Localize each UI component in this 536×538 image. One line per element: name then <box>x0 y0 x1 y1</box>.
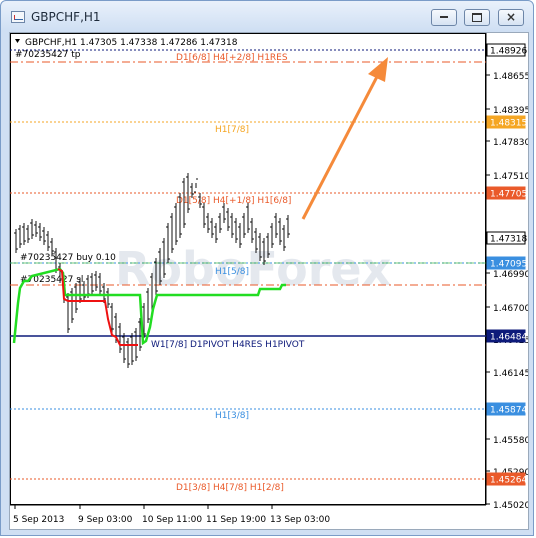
price-tick-label: 1.48655 <box>493 72 528 82</box>
forecast-arrow <box>301 57 388 220</box>
price-tag-label: 1.48926 <box>490 47 527 57</box>
close-icon: × <box>505 10 517 24</box>
close-button[interactable]: × <box>498 9 524 26</box>
price-tick-label: 1.46145 <box>493 369 528 379</box>
time-tick-label: 13 Sep 03:00 <box>270 515 330 525</box>
forecast-arrow-shaft <box>301 68 383 220</box>
chart-window: GBPCHF,H1 × RoboForex GBPCHF,H1 1.47305 … <box>0 0 534 536</box>
symbol-line: GBPCHF,H1 1.47305 1.47338 1.47286 1.4731… <box>25 38 238 48</box>
time-tick-label: 9 Sep 03:00 <box>78 515 133 525</box>
chart-window-icon <box>11 11 25 23</box>
price-tick-label: 1.47510 <box>493 172 528 182</box>
time-tick-label: 5 Sep 2013 <box>13 515 64 525</box>
price-tick-label: 1.45020 <box>493 501 528 511</box>
price-tag-label: 1.46484 <box>490 333 527 343</box>
price-tag-label: 1.47095 <box>490 260 527 270</box>
price-tick-label: 1.46700 <box>493 304 528 314</box>
minimize-button[interactable] <box>431 9 457 26</box>
price-chart[interactable]: RoboForex GBPCHF,H1 1.47305 1.47338 1.47… <box>9 32 530 530</box>
price-tag-label: 1.45874 <box>490 406 527 416</box>
level-h1-58-label: H1[5/8] <box>215 267 249 277</box>
window-title: GBPCHF,H1 <box>31 10 101 24</box>
level-mid-upper-label: D1[5/8] H4[+1/8] H1[6/8] <box>176 196 291 206</box>
price-tag-label: 1.45264 <box>490 476 527 486</box>
dropdown-triangle-icon <box>15 39 20 43</box>
order-tp-label: #70235427 tp <box>15 50 81 60</box>
level-bottom-label: D1[3/8] H4[7/8] H1[2/8] <box>176 483 284 493</box>
arrow-up-icon <box>368 57 388 82</box>
maximize-button[interactable] <box>464 9 490 26</box>
price-tag-label: 1.47705 <box>490 190 527 200</box>
price-tag: 1.48926 <box>486 43 527 57</box>
price-tick-label: 1.48395 <box>493 106 528 116</box>
maximize-icon <box>472 12 482 22</box>
chart-canvas[interactable]: RoboForex GBPCHF,H1 1.47305 1.47338 1.47… <box>10 33 530 529</box>
level-top-label: D1[6/8] H4[+2/8] H1RES <box>176 53 288 63</box>
price-tag: 1.45874 <box>486 402 527 416</box>
price-tick-label: 1.45580 <box>493 436 528 446</box>
price-tag: 1.45264 <box>486 472 527 486</box>
price-tag: 1.48315 <box>486 115 527 129</box>
time-axis: 5 Sep 2013 9 Sep 03:00 10 Sep 11:00 11 Sep … <box>13 505 330 525</box>
time-tick-label: 11 Sep 19:00 <box>206 515 266 525</box>
time-tick-label: 10 Sep 11:00 <box>142 515 202 525</box>
minimize-icon <box>440 16 448 18</box>
level-h1-78-label: H1[7/8] <box>215 125 249 135</box>
price-tag: 1.47095 <box>486 256 527 270</box>
price-tag-label: 1.47318 <box>490 235 527 245</box>
price-tag: 1.47318 <box>486 231 527 245</box>
price-tick-label: 1.47830 <box>493 138 528 148</box>
price-tick-label: 1.46990 <box>493 270 528 280</box>
price-tag: 1.47705 <box>486 186 527 200</box>
order-buy-label: #70235427 buy 0.10 <box>20 253 116 263</box>
level-h1-38-label: H1[3/8] <box>215 411 249 421</box>
price-tag: 1.46484 <box>486 329 527 343</box>
title-bar[interactable]: GBPCHF,H1 × <box>1 1 533 33</box>
price-tag-label: 1.48315 <box>490 119 527 129</box>
price-axis: 1.48655 1.48395 1.47830 1.47510 1.46990 1.467… <box>486 43 530 511</box>
level-pivot-label: W1[7/8] D1PIVOT H4RES H1PIVOT <box>151 340 305 350</box>
